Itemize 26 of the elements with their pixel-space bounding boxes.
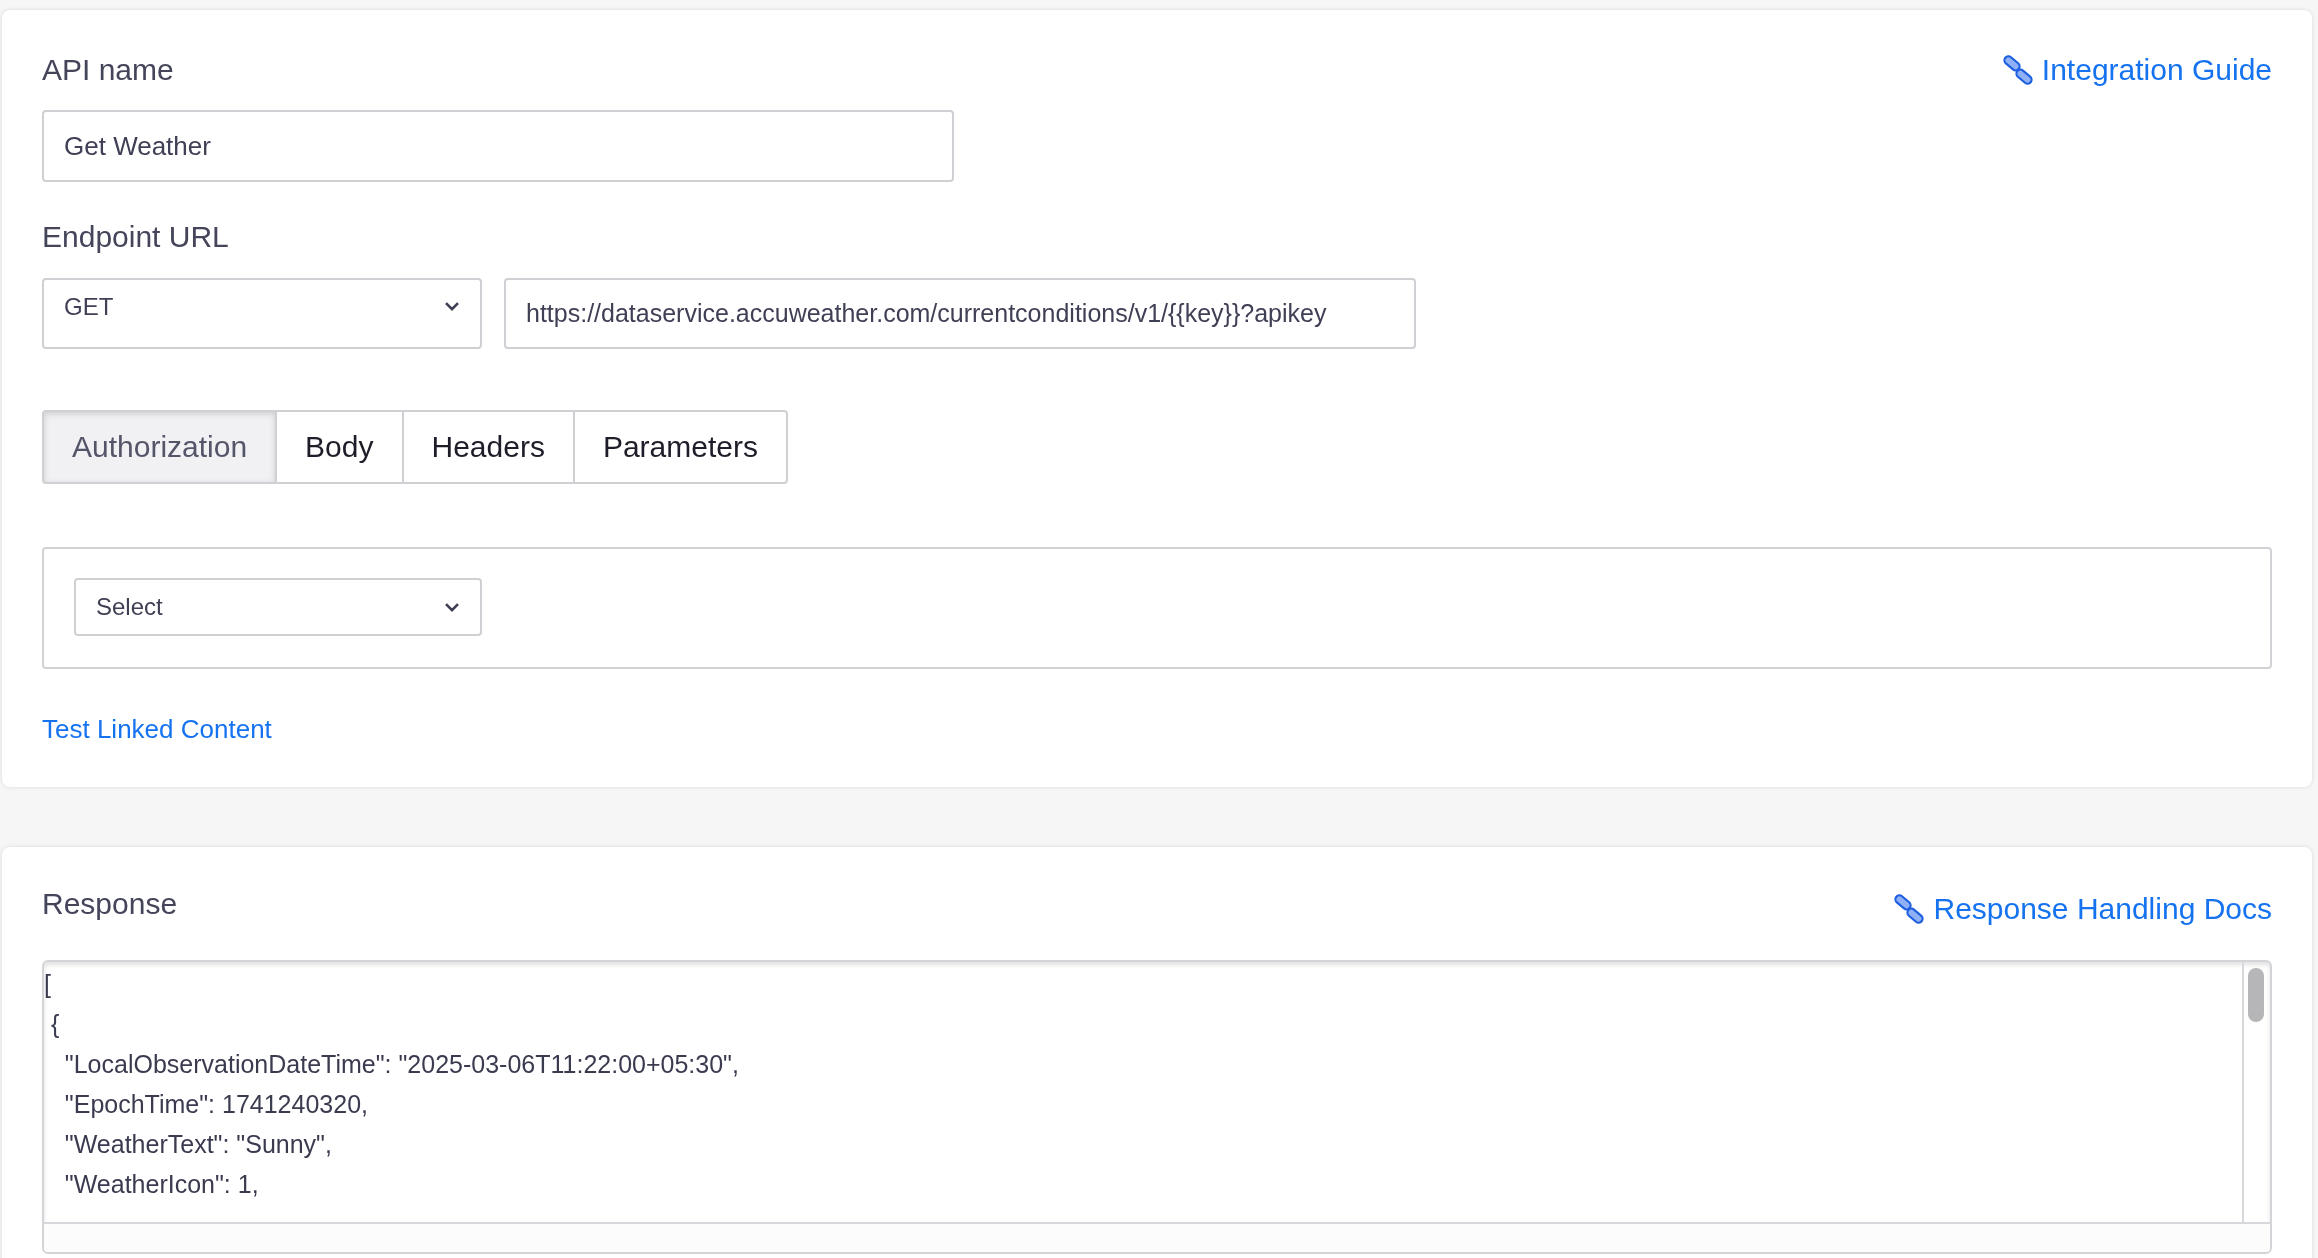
code-line: "WeatherText": "Sunny", (63, 1129, 332, 1160)
code-line: "LocalObservationDateTime": "2025-03-06T11:22:00+05:30", (63, 1049, 739, 1080)
section-title: Response (42, 887, 178, 921)
tab[interactable]: Authorization (42, 410, 278, 484)
response-docs-link[interactable]: Response Handling Docs (1893, 892, 2272, 926)
link-icon (2001, 54, 2034, 86)
method-dropdown[interactable]: GET (42, 278, 482, 349)
test-link[interactable]: Test Linked Content (42, 709, 272, 749)
link-icon (1893, 893, 1926, 925)
auth-dropdown[interactable]: Select (74, 578, 482, 636)
tab[interactable]: Headers (401, 410, 575, 484)
field-label: Endpoint URL (42, 219, 230, 255)
field-label: API name (42, 53, 174, 87)
code-line: [ (44, 969, 51, 1000)
url-field[interactable]: https://dataservice.accuweather.com/currentconditions/v1/{{key}}?apikey (504, 278, 1416, 349)
response-textarea[interactable]: [ { "LocalObservationDateTime": "2025-03-06T11:22:00+05:30", "EpochTime": 1741240320, "WeatherText": "Sunny", "WeatherIcon": 1, (42, 960, 2272, 1254)
integration-guide-link[interactable]: Integration Guide (2001, 53, 2272, 87)
chevron-down-icon (444, 301, 460, 312)
chevron-down-icon (444, 601, 460, 613)
code-line: "WeatherIcon": 1, (63, 1169, 259, 1200)
code-line: { (49, 1009, 60, 1040)
tab[interactable]: Body (275, 410, 404, 484)
tab[interactable]: Parameters (572, 410, 788, 484)
horizontal-scrollbar[interactable] (44, 1222, 2270, 1252)
api-name-field[interactable]: Get Weather (42, 110, 954, 182)
code-line: "EpochTime": 1741240320, (63, 1089, 368, 1120)
